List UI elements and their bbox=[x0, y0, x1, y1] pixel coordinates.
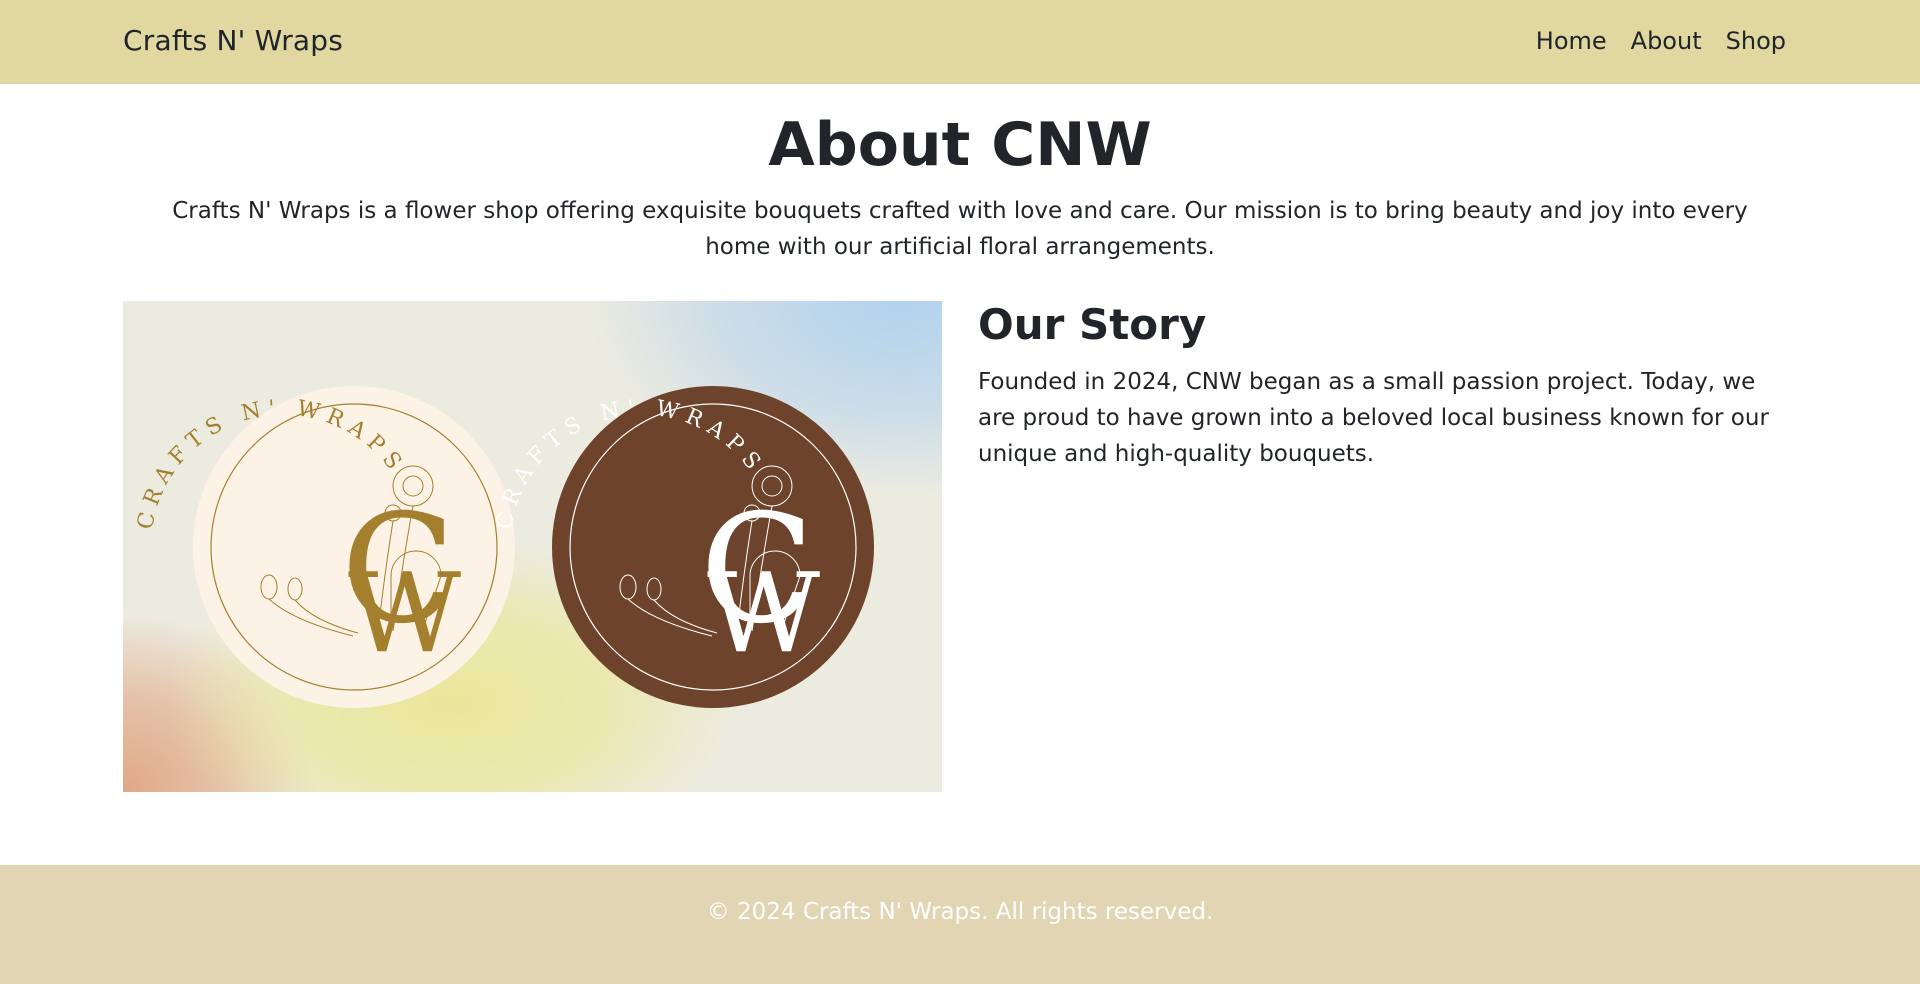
page-title: About CNW bbox=[768, 110, 1152, 180]
light-badge-monogram-w: W bbox=[348, 549, 461, 677]
brand-link[interactable]: Crafts N' Wraps bbox=[123, 24, 343, 57]
logo-image: CRAFTS N' WRAPS C W CRAFTS N' WRAPS C W bbox=[123, 301, 942, 792]
nav-link-home[interactable]: Home bbox=[1536, 27, 1607, 55]
navbar: Crafts N' Wraps Home About Shop bbox=[0, 0, 1920, 84]
logo-badges-graphic: CRAFTS N' WRAPS C W CRAFTS N' WRAPS C W bbox=[133, 386, 874, 708]
dark-logo-badge: CRAFTS N' WRAPS C W bbox=[492, 386, 874, 708]
story-title: Our Story bbox=[978, 300, 1207, 349]
dark-badge-monogram-w: W bbox=[707, 549, 820, 677]
nav-links: Home About Shop bbox=[1536, 27, 1786, 55]
footer-copyright: © 2024 Crafts N' Wraps. All rights reser… bbox=[706, 899, 1214, 925]
nav-link-about[interactable]: About bbox=[1631, 27, 1702, 55]
story-paragraph: Founded in 2024, CNW began as a small pa… bbox=[978, 369, 1769, 467]
light-logo-badge: CRAFTS N' WRAPS C W bbox=[133, 386, 515, 708]
nav-link-shop[interactable]: Shop bbox=[1726, 27, 1786, 55]
intro-paragraph: Crafts N' Wraps is a flower shop offerin… bbox=[172, 198, 1748, 260]
